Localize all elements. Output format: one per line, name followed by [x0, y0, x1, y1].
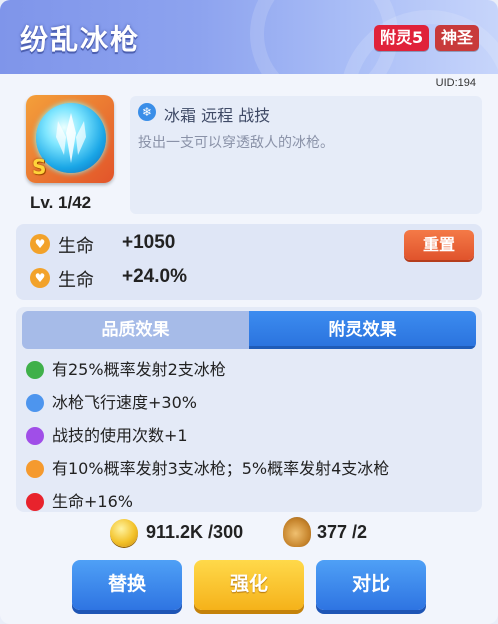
- list-item: 生命+16%: [26, 489, 389, 512]
- effect-text: 生命+16%: [52, 492, 133, 511]
- coin-cost: 911.2K /300: [146, 522, 244, 542]
- red-dot-icon: [26, 493, 44, 511]
- enhance-button[interactable]: 强化: [194, 560, 304, 610]
- health-icon: ♥: [30, 234, 50, 254]
- snowflake-icon: ❄: [138, 103, 156, 121]
- reset-button[interactable]: 重置: [404, 230, 474, 260]
- replace-button[interactable]: 替换: [72, 560, 182, 610]
- header-bar: 纷乱冰枪 附灵5 神圣: [0, 0, 498, 74]
- list-item: 有25%概率发射2支冰枪: [26, 357, 389, 390]
- green-dot-icon: [26, 361, 44, 379]
- list-item: 战技的使用次数+1: [26, 423, 389, 456]
- material-cost: 377 /2: [317, 522, 368, 542]
- skill-level: Lv. 1/42: [30, 193, 92, 212]
- effect-text: 战技的使用次数+1: [52, 426, 188, 445]
- ice-spear-icon: S: [26, 95, 114, 183]
- tab-enchant-effects[interactable]: 附灵效果: [249, 311, 476, 349]
- blue-dot-icon: [26, 394, 44, 412]
- equipment-detail-panel: 纷乱冰枪 附灵5 神圣 UID:194 S Lv. 1/42 ❄ 冰霜 远程 战…: [0, 0, 498, 624]
- effect-text: 有10%概率发射3支冰枪；5%概率发射4支冰枪: [52, 459, 390, 478]
- stat-value: +1050: [122, 232, 176, 253]
- purple-dot-icon: [26, 427, 44, 445]
- stats-box: ♥ 生命 +1050 ♥ 生命 +24.0% 重置: [16, 224, 482, 300]
- skill-description: 投出一支可以穿透敌人的冰枪。: [138, 135, 334, 151]
- effect-list: 有25%概率发射2支冰枪 冰枪飞行速度+30% 战技的使用次数+1 有10%概率…: [26, 357, 389, 512]
- rank-s-icon: S: [32, 155, 47, 179]
- rarity-badge: 神圣: [435, 25, 480, 51]
- health-icon: ♥: [30, 268, 50, 288]
- effect-text: 有25%概率发射2支冰枪: [52, 360, 226, 379]
- stat-label: 生命: [58, 270, 94, 291]
- skill-description-box: ❄ 冰霜 远程 战技 投出一支可以穿透敌人的冰枪。: [130, 96, 482, 214]
- item-title: 纷乱冰枪: [20, 23, 141, 56]
- enchant-level-badge: 附灵5: [374, 25, 430, 51]
- list-item: 冰枪飞行速度+30%: [26, 390, 389, 423]
- list-item: 有10%概率发射3支冰枪；5%概率发射4支冰枪: [26, 456, 389, 489]
- money-bag-icon: [283, 517, 311, 547]
- uid-label: UID:194: [435, 77, 476, 89]
- effects-section: 品质效果 附灵效果 有25%概率发射2支冰枪 冰枪飞行速度+30% 战技的使用次…: [16, 307, 482, 512]
- compare-button[interactable]: 对比: [316, 560, 426, 610]
- stat-value: +24.0%: [122, 266, 187, 287]
- skill-tags: 冰霜 远程 战技: [164, 106, 271, 125]
- effects-tabs: 品质效果 附灵效果: [22, 311, 476, 349]
- ice-orb-graphic: [36, 103, 106, 173]
- stat-label: 生命: [58, 236, 94, 257]
- effect-text: 冰枪飞行速度+30%: [52, 393, 197, 412]
- coin-icon: [110, 519, 138, 547]
- orange-dot-icon: [26, 460, 44, 478]
- tab-quality-effects[interactable]: 品质效果: [22, 311, 249, 349]
